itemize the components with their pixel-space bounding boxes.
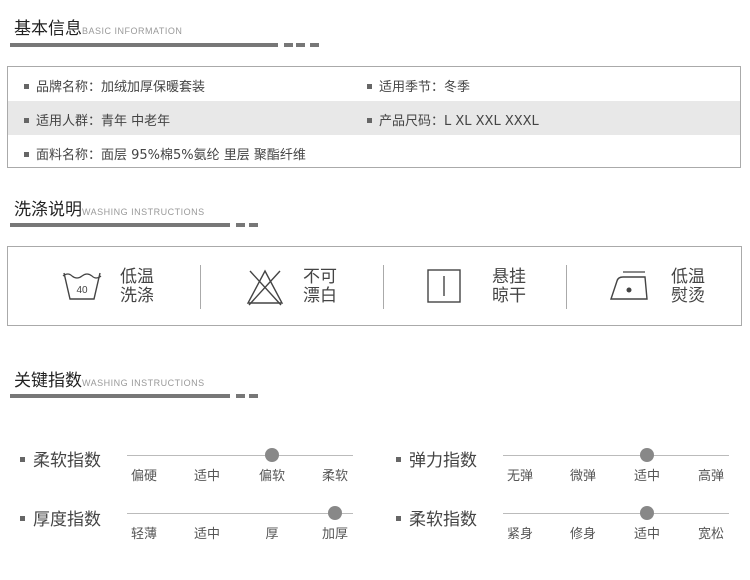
section-underline-dash xyxy=(310,43,319,47)
info-row: 适用人群：青年 中老年 产品尺码：L XL XXL XXXL xyxy=(8,101,740,135)
index-option: 适中 xyxy=(633,527,661,542)
info-fabric: 面料名称：面层 95%棉5%氨纶 里层 聚酯纤维 xyxy=(24,144,306,163)
section-title: 基本信息 xyxy=(14,19,82,39)
section-underline xyxy=(10,223,230,227)
index-track xyxy=(127,455,353,456)
bullet-square xyxy=(396,515,401,521)
wash-text: 低温 洗涤 xyxy=(120,267,154,306)
section-title: 关键指数 xyxy=(14,371,82,391)
section-underline-dash xyxy=(236,223,245,227)
index-label: 弹力指数 xyxy=(396,446,477,471)
bullet-square xyxy=(20,515,25,521)
index-marker xyxy=(328,506,342,520)
index-option: 无弹 xyxy=(506,469,534,484)
index-marker xyxy=(265,448,279,462)
index-option: 适中 xyxy=(193,527,221,542)
index-option: 紧身 xyxy=(506,527,534,542)
index-option: 偏硬 xyxy=(130,469,158,484)
section-underline-dash xyxy=(236,394,245,398)
wash-text: 悬挂 晾干 xyxy=(492,267,526,306)
wash-text: 低温 熨烫 xyxy=(671,267,705,306)
info-season: 适用季节：冬季 xyxy=(367,76,470,95)
info-row: 品牌名称：加绒加厚保暖套装 适用季节：冬季 xyxy=(8,67,740,101)
wash-item-low-iron: 低温 熨烫 xyxy=(567,247,742,325)
info-crowd: 适用人群：青年 中老年 xyxy=(24,110,170,129)
washing-instructions-box: 40 低温 洗涤 不可 漂白 悬挂 晾干 低温 熨烫 xyxy=(7,246,742,326)
index-marker xyxy=(640,448,654,462)
index-option: 柔软 xyxy=(321,469,349,484)
wash-40-icon: 40 xyxy=(62,272,102,300)
section-underline-dash xyxy=(249,394,258,398)
bullet-square xyxy=(367,84,372,89)
section-subtitle: BASIC INFORMATION xyxy=(82,26,183,36)
index-option: 厚 xyxy=(265,527,279,542)
section-underline xyxy=(10,394,230,398)
section-underline xyxy=(10,43,278,47)
index-option: 高弹 xyxy=(697,469,725,484)
bullet-square xyxy=(396,456,401,462)
section-underline-dash xyxy=(284,43,293,47)
section-basic-header: 基本信息BASIC INFORMATION xyxy=(14,14,182,39)
section-subtitle: WASHING INSTRUCTIONS xyxy=(82,378,205,388)
wash-text: 不可 漂白 xyxy=(303,267,337,306)
index-option: 加厚 xyxy=(321,527,349,542)
index-track xyxy=(503,513,729,514)
section-index-header: 关键指数WASHING INSTRUCTIONS xyxy=(14,366,205,391)
index-track xyxy=(127,513,353,514)
bullet-square xyxy=(20,456,25,462)
info-row: 面料名称：面层 95%棉5%氨纶 里层 聚酯纤维 xyxy=(8,135,740,169)
index-track xyxy=(503,455,729,456)
low-iron-icon xyxy=(610,271,648,300)
index-option: 适中 xyxy=(633,469,661,484)
section-underline-dash xyxy=(249,223,258,227)
index-marker xyxy=(640,506,654,520)
index-option: 偏软 xyxy=(258,469,286,484)
index-label: 柔软指数 xyxy=(20,446,101,471)
index-label: 柔软指数 xyxy=(396,505,477,530)
index-option: 修身 xyxy=(569,527,597,542)
wash-item-hang-dry: 悬挂 晾干 xyxy=(384,247,567,325)
index-option: 轻薄 xyxy=(130,527,158,542)
bullet-square xyxy=(24,152,29,157)
svg-text:40: 40 xyxy=(76,285,88,296)
section-subtitle: WASHING INSTRUCTIONS xyxy=(82,207,205,217)
hang-dry-icon xyxy=(427,269,461,303)
index-label: 厚度指数 xyxy=(20,505,101,530)
wash-item-low-temp-wash: 40 低温 洗涤 xyxy=(8,247,200,325)
wash-item-no-bleach: 不可 漂白 xyxy=(201,247,384,325)
section-underline-dash xyxy=(296,43,305,47)
section-title: 洗涤说明 xyxy=(14,200,82,220)
info-brand: 品牌名称：加绒加厚保暖套装 xyxy=(24,76,205,95)
bullet-square xyxy=(24,84,29,89)
no-bleach-icon xyxy=(246,269,284,306)
index-option: 微弹 xyxy=(569,469,597,484)
basic-info-table: 品牌名称：加绒加厚保暖套装 适用季节：冬季 适用人群：青年 中老年 产品尺码：L… xyxy=(7,66,741,168)
section-washing-header: 洗涤说明WASHING INSTRUCTIONS xyxy=(14,195,205,220)
bullet-square xyxy=(367,118,372,123)
info-size: 产品尺码：L XL XXL XXXL xyxy=(367,110,539,129)
index-option: 宽松 xyxy=(697,527,725,542)
index-option: 适中 xyxy=(193,469,221,484)
bullet-square xyxy=(24,118,29,123)
